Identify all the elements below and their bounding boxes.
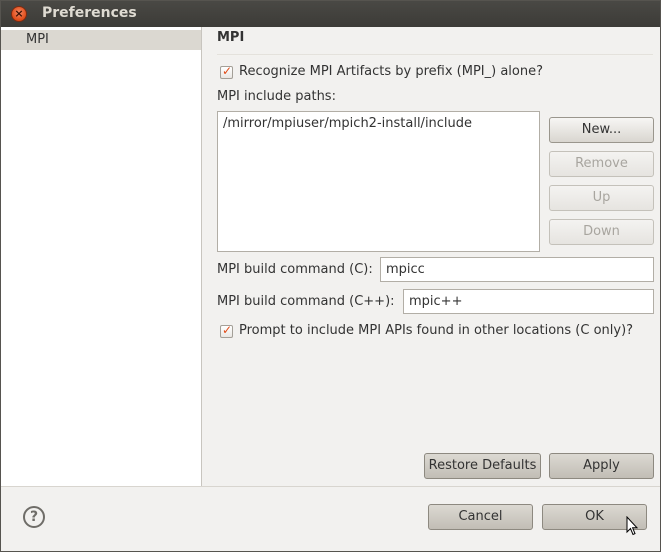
close-icon[interactable]: × bbox=[11, 6, 27, 22]
title-bar: × Preferences bbox=[0, 0, 661, 27]
preferences-window: × Preferences MPI MPI Recognize MPI Arti… bbox=[0, 0, 661, 552]
apply-button[interactable]: Apply bbox=[549, 453, 654, 479]
recognize-prefix-label: Recognize MPI Artifacts by prefix (MPI_)… bbox=[239, 64, 544, 79]
preference-tree: MPI bbox=[0, 27, 202, 486]
include-paths-list[interactable]: /mirror/mpiuser/mpich2-install/include bbox=[217, 111, 540, 252]
remove-button[interactable]: Remove bbox=[549, 151, 654, 177]
title-separator bbox=[217, 54, 653, 56]
sidebar-item-label: MPI bbox=[26, 32, 49, 47]
include-paths-label: MPI include paths: bbox=[217, 89, 336, 104]
dialog-footer: ? Cancel OK bbox=[0, 486, 661, 552]
list-item[interactable]: /mirror/mpiuser/mpich2-install/include bbox=[223, 116, 472, 131]
new-button[interactable]: New... bbox=[549, 117, 654, 143]
build-c-label: MPI build command (C): bbox=[217, 262, 373, 277]
help-icon[interactable]: ? bbox=[23, 506, 45, 528]
restore-defaults-button[interactable]: Restore Defaults bbox=[424, 453, 541, 479]
page-title: MPI bbox=[217, 30, 245, 45]
mouse-pointer-icon bbox=[626, 516, 638, 536]
prompt-include-label: Prompt to include MPI APIs found in othe… bbox=[239, 323, 634, 338]
down-button[interactable]: Down bbox=[549, 219, 654, 245]
build-c-field[interactable]: mpicc bbox=[380, 257, 654, 282]
sidebar-item-mpi[interactable]: MPI bbox=[0, 30, 201, 50]
preference-page: MPI Recognize MPI Artifacts by prefix (M… bbox=[203, 27, 661, 486]
build-cpp-field[interactable]: mpic++ bbox=[403, 289, 654, 314]
cancel-button[interactable]: Cancel bbox=[428, 504, 533, 530]
recognize-prefix-checkbox[interactable] bbox=[220, 64, 233, 79]
prompt-include-checkbox[interactable] bbox=[220, 323, 233, 338]
build-cpp-label: MPI build command (C++): bbox=[217, 294, 395, 309]
up-button[interactable]: Up bbox=[549, 185, 654, 211]
window-title: Preferences bbox=[42, 5, 137, 21]
